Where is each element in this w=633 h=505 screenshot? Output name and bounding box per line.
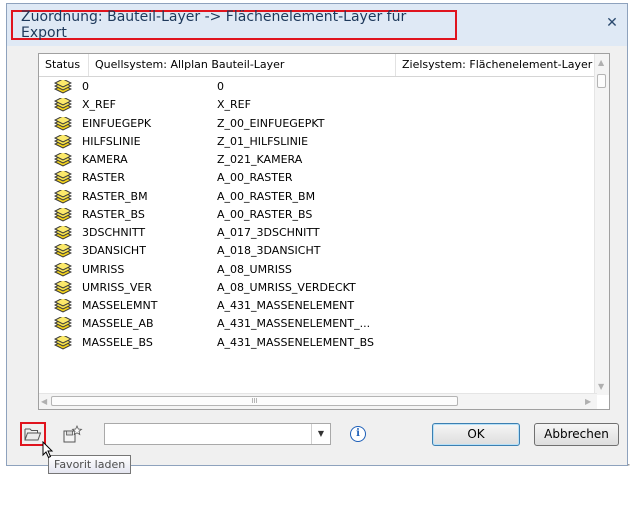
layer-stack-icon	[53, 96, 73, 112]
table-row[interactable]: RASTER_BM A_00_RASTER_BM	[39, 187, 597, 206]
layer-stack-icon	[53, 260, 73, 277]
scroll-up-arrow-icon[interactable]: ▲	[598, 58, 604, 67]
source-layer-cell: UMRISS	[82, 262, 125, 276]
scroll-left-arrow-icon[interactable]: ◀	[41, 397, 47, 406]
table-row[interactable]: UMRISS_VER A_08_UMRISS_VERDECKT	[39, 279, 597, 297]
layer-stack-icon	[53, 279, 73, 295]
source-layer-cell: MASSELEMNT	[82, 299, 158, 312]
layer-mapping-table: Status Quellsystem: Allplan Bauteil-Laye…	[38, 53, 610, 410]
table-row[interactable]: 3DANSICHT A_018_3DANSICHT	[39, 242, 597, 260]
layer-stack-icon	[53, 297, 73, 313]
source-layer-cell: 3DANSICHT	[82, 244, 146, 258]
source-layer-cell: 3DSCHNITT	[82, 226, 146, 239]
table-row[interactable]: RASTER A_00_RASTER	[39, 169, 597, 187]
source-layer-cell: RASTER	[82, 171, 126, 185]
title-bar[interactable]: Zuordnung: Bauteil-Layer -> Flächeneleme…	[7, 4, 627, 42]
layer-stack-icon	[53, 169, 73, 185]
save-favorite-icon	[63, 425, 83, 443]
table-row[interactable]: HILFSLINIE Z_01_HILFSLINIE	[39, 133, 597, 151]
source-layer-cell: UMRISS_VER	[82, 280, 153, 294]
resize-grip-icon[interactable]	[626, 462, 630, 466]
target-layer-cell[interactable]: A_431_MASSENELEMENT	[217, 299, 354, 312]
table-row[interactable]: MASSELE_AB A_431_MASSENELEMENT_...	[39, 315, 597, 333]
target-layer-cell[interactable]: A_017_3DSCHNITT	[217, 226, 320, 239]
layer-stack-icon	[53, 187, 73, 204]
table-body: 0 0 X_REF X_REF EINFUEGEPK Z_00_EINFUEGEPKT HI…	[39, 78, 597, 352]
table-row[interactable]: 00	[39, 78, 597, 96]
source-layer-cell: RASTER_BS	[82, 207, 145, 221]
tooltip: Favorit laden	[48, 455, 132, 474]
scroll-down-arrow-icon[interactable]: ▼	[598, 382, 604, 391]
target-layer-cell[interactable]: Z_00_EINFUEGEPKT	[217, 117, 324, 130]
column-header-target[interactable]: Zielsystem: Flächenelement-Layer	[396, 54, 597, 76]
target-layer-cell[interactable]: X_REF	[217, 98, 251, 111]
source-layer-cell: KAMERA	[82, 153, 128, 166]
source-layer-cell: MASSELE_AB	[82, 317, 154, 331]
source-layer-cell: X_REF	[82, 98, 116, 112]
target-layer-cell[interactable]: A_431_MASSENELEMENT_BS	[217, 336, 374, 349]
target-layer-cell[interactable]: A_08_UMRISS	[217, 263, 292, 276]
layer-stack-icon	[53, 133, 73, 149]
table-row[interactable]: UMRISS A_08_UMRISS	[39, 260, 597, 279]
table-row[interactable]: RASTER_BS A_00_RASTER_BS	[39, 206, 597, 224]
scroll-right-arrow-icon[interactable]: ▶	[585, 397, 591, 406]
source-layer-cell: HILFSLINIE	[82, 134, 141, 148]
target-layer-cell[interactable]: Z_021_KAMERA	[217, 153, 302, 166]
layer-stack-icon	[53, 78, 73, 94]
target-layer-cell[interactable]: A_08_UMRISS_VERDECKT	[217, 281, 356, 294]
target-layer-cell[interactable]: A_018_3DANSICHT	[217, 244, 320, 257]
layer-stack-icon	[53, 333, 73, 350]
layer-stack-icon	[53, 206, 73, 222]
target-layer-cell[interactable]: A_00_RASTER_BS	[217, 208, 312, 221]
target-layer-cell[interactable]: 0	[217, 80, 224, 93]
table-header: Status Quellsystem: Allplan Bauteil-Laye…	[39, 54, 597, 77]
mouse-cursor-icon	[42, 441, 54, 459]
table-row[interactable]: MASSELEMNT A_431_MASSENELEMENT	[39, 297, 597, 315]
column-header-status[interactable]: Status	[39, 54, 89, 76]
table-row[interactable]: KAMERA Z_021_KAMERA	[39, 151, 597, 169]
dropdown-arrow-icon[interactable]: ▼	[311, 424, 330, 444]
cancel-button[interactable]: Abbrechen	[534, 423, 619, 446]
ok-button[interactable]: OK	[432, 423, 520, 446]
layer-stack-icon	[53, 315, 73, 331]
close-icon[interactable]: ✕	[605, 16, 619, 30]
target-layer-cell[interactable]: A_431_MASSENELEMENT_...	[217, 317, 370, 330]
target-layer-cell[interactable]: A_00_RASTER	[217, 171, 293, 184]
layer-stack-icon	[53, 224, 73, 240]
horizontal-scroll-thumb[interactable]: III	[51, 396, 458, 406]
vertical-scrollbar[interactable]: ▲ ▼	[594, 54, 609, 395]
layer-stack-icon	[53, 242, 73, 258]
table-row[interactable]: 3DSCHNITT A_017_3DSCHNITT	[39, 224, 597, 242]
target-layer-cell[interactable]: A_00_RASTER_BM	[217, 190, 315, 203]
column-header-source[interactable]: Quellsystem: Allplan Bauteil-Layer	[89, 54, 396, 76]
source-layer-cell: MASSELE_BS	[82, 335, 153, 349]
source-layer-cell: 0	[82, 80, 89, 93]
table-row[interactable]: X_REF X_REF	[39, 96, 597, 114]
save-favorite-button[interactable]	[62, 424, 84, 444]
favorite-combo[interactable]: ▼	[104, 423, 331, 445]
info-icon[interactable]: i	[350, 426, 366, 442]
source-layer-cell: EINFUEGEPK	[82, 116, 152, 130]
layer-stack-icon	[53, 114, 73, 131]
source-layer-cell: RASTER_BM	[82, 189, 148, 203]
target-layer-cell[interactable]: Z_01_HILFSLINIE	[217, 135, 308, 148]
horizontal-scrollbar[interactable]: ◀ III ▶	[39, 393, 597, 409]
table-row[interactable]: EINFUEGEPK Z_00_EINFUEGEPKT	[39, 114, 597, 133]
vertical-scroll-thumb[interactable]	[597, 74, 606, 88]
table-row[interactable]: MASSELE_BS A_431_MASSENELEMENT_BS	[39, 333, 597, 352]
folder-open-icon	[24, 428, 42, 441]
dialog-title: Zuordnung: Bauteil-Layer -> Flächeneleme…	[11, 9, 457, 41]
layer-stack-icon	[53, 151, 73, 167]
